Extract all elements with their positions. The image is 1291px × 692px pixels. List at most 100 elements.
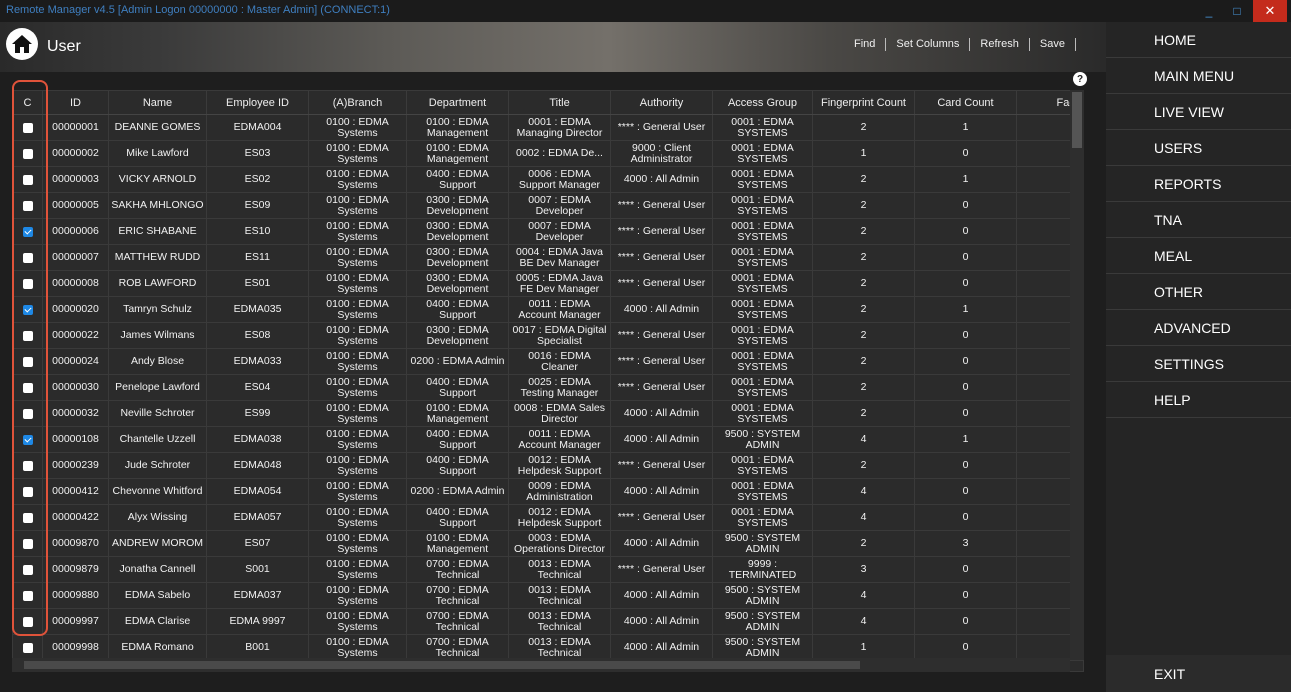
menu-item-help[interactable]: HELP (1106, 382, 1291, 418)
menu-item-live-view[interactable]: LIVE VIEW (1106, 94, 1291, 130)
column-header-check[interactable]: C (13, 91, 43, 114)
row-checkbox[interactable] (22, 590, 33, 601)
row-checkbox[interactable] (22, 304, 33, 315)
row-checkbox[interactable] (22, 252, 33, 263)
cell-access-group: 9500 : SYSTEM ADMIN (713, 583, 813, 608)
cell-employee-id: ES04 (207, 375, 309, 400)
menu-item-settings[interactable]: SETTINGS (1106, 346, 1291, 382)
cell-id: 00009998 (43, 635, 109, 660)
table-row[interactable]: 00009870 ANDREW MOROM ES07 0100 : EDMA Syst… (13, 531, 1083, 557)
row-checkbox[interactable] (22, 148, 33, 159)
table-row[interactable]: 00000001 DEANNE GOMES EDMA004 0100 : EDMA S… (13, 115, 1083, 141)
cell-card-count: 0 (915, 609, 1017, 634)
cell-name: EDMA Romano (109, 635, 207, 660)
row-checkbox[interactable] (22, 356, 33, 367)
row-checkbox[interactable] (22, 642, 33, 653)
column-header-fingerprint-count[interactable]: Fingerprint Count (813, 91, 915, 114)
column-header-id[interactable]: ID (43, 91, 109, 114)
table-row[interactable]: 00000030 Penelope Lawford ES04 0100 : EDMA … (13, 375, 1083, 401)
cell-fingerprint-count: 4 (813, 609, 915, 634)
vertical-scrollbar[interactable] (1070, 90, 1084, 660)
help-icon[interactable]: ? (1073, 72, 1087, 86)
cell-authority: **** : General User (611, 115, 713, 140)
close-button[interactable]: ✕ (1253, 0, 1287, 22)
menu-item-home[interactable]: HOME (1106, 22, 1291, 58)
menu-item-main-menu[interactable]: MAIN MENU (1106, 58, 1291, 94)
cell-branch: 0100 : EDMA Systems (309, 583, 407, 608)
cell-branch: 0100 : EDMA Systems (309, 349, 407, 374)
table-row[interactable]: 00009880 EDMA Sabelo EDMA037 0100 : EDMA Sy… (13, 583, 1083, 609)
row-checkbox[interactable] (22, 434, 33, 445)
row-checkbox[interactable] (22, 486, 33, 497)
row-checkbox[interactable] (22, 564, 33, 575)
table-row[interactable]: 00000005 SAKHA MHLONGO ES09 0100 : EDMA Sys… (13, 193, 1083, 219)
table-row[interactable]: 00000006 ERIC SHABANE ES10 0100 : EDMA Syst… (13, 219, 1083, 245)
cell-id: 00000422 (43, 505, 109, 530)
menu-item-tna[interactable]: TNA (1106, 202, 1291, 238)
table-row[interactable]: 00000412 Chevonne Whitford EDMA054 0100 : E… (13, 479, 1083, 505)
row-checkbox[interactable] (22, 460, 33, 471)
cell-id: 00000108 (43, 427, 109, 452)
menu-item-other[interactable]: OTHER (1106, 274, 1291, 310)
menu-item-reports[interactable]: REPORTS (1106, 166, 1291, 202)
column-header-employee-id[interactable]: Employee ID (207, 91, 309, 114)
refresh-button[interactable]: Refresh (970, 38, 1030, 51)
cell-access-group: 0001 : EDMA SYSTEMS (713, 453, 813, 478)
save-button[interactable]: Save (1030, 38, 1076, 51)
home-icon[interactable] (6, 28, 38, 60)
menu-item-exit[interactable]: EXIT (1106, 655, 1291, 692)
column-header-department[interactable]: Department (407, 91, 509, 114)
vertical-scroll-thumb[interactable] (1072, 92, 1082, 148)
table-body: 00000001 DEANNE GOMES EDMA004 0100 : EDMA S… (13, 115, 1083, 661)
row-checkbox[interactable] (22, 122, 33, 133)
table-row[interactable]: 00000024 Andy Blose EDMA033 0100 : EDMA Sys… (13, 349, 1083, 375)
table-row[interactable]: 00000108 Chantelle Uzzell EDMA038 0100 : ED… (13, 427, 1083, 453)
row-checkbox[interactable] (22, 512, 33, 523)
cell-branch: 0100 : EDMA Systems (309, 401, 407, 426)
table-row[interactable]: 00000002 Mike Lawford ES03 0100 : EDMA Syst… (13, 141, 1083, 167)
table-row[interactable]: 00000422 Alyx Wissing EDMA057 0100 : EDMA S… (13, 505, 1083, 531)
minimize-button[interactable]: _ (1196, 0, 1222, 22)
table-row[interactable]: 00000020 Tamryn Schulz EDMA035 0100 : EDMA … (13, 297, 1083, 323)
cell-access-group: 0001 : EDMA SYSTEMS (713, 375, 813, 400)
table-row[interactable]: 00009879 Jonatha Cannell S001 0100 : EDMA S… (13, 557, 1083, 583)
row-checkbox[interactable] (22, 538, 33, 549)
row-checkbox[interactable] (22, 174, 33, 185)
row-checkbox[interactable] (22, 330, 33, 341)
row-checkbox[interactable] (22, 278, 33, 289)
cell-branch: 0100 : EDMA Systems (309, 557, 407, 582)
menu-item-users[interactable]: USERS (1106, 130, 1291, 166)
cell-access-group: 0001 : EDMA SYSTEMS (713, 297, 813, 322)
row-checkbox[interactable] (22, 200, 33, 211)
cell-card-count: 0 (915, 635, 1017, 660)
row-checkbox[interactable] (22, 616, 33, 627)
cell-department: 0300 : EDMA Development (407, 271, 509, 296)
menu-item-meal[interactable]: MEAL (1106, 238, 1291, 274)
table-row[interactable]: 00000003 VICKY ARNOLD ES02 0100 : EDMA Syst… (13, 167, 1083, 193)
row-checkbox[interactable] (22, 408, 33, 419)
column-header-card-count[interactable]: Card Count (915, 91, 1017, 114)
column-header-authority[interactable]: Authority (611, 91, 713, 114)
column-header-access-group[interactable]: Access Group (713, 91, 813, 114)
horizontal-scroll-thumb[interactable] (24, 661, 860, 669)
row-checkbox[interactable] (22, 382, 33, 393)
column-header-name[interactable]: Name (109, 91, 207, 114)
horizontal-scrollbar[interactable] (12, 658, 1070, 672)
table-row[interactable]: 00000032 Neville Schroter ES99 0100 : EDMA … (13, 401, 1083, 427)
column-header-title[interactable]: Title (509, 91, 611, 114)
cell-access-group: 9500 : SYSTEM ADMIN (713, 635, 813, 660)
menu-item-advanced[interactable]: ADVANCED (1106, 310, 1291, 346)
cell-title: 0007 : EDMA Developer (509, 219, 611, 244)
table-row[interactable]: 00000022 James Wilmans ES08 0100 : EDMA Sys… (13, 323, 1083, 349)
column-header-branch[interactable]: (A)Branch (309, 91, 407, 114)
cell-fingerprint-count: 2 (813, 297, 915, 322)
maximize-button[interactable]: □ (1224, 0, 1250, 22)
page-title: User (47, 38, 81, 55)
table-row[interactable]: 00000008 ROB LAWFORD ES01 0100 : EDMA Syste… (13, 271, 1083, 297)
table-row[interactable]: 00000007 MATTHEW RUDD ES11 0100 : EDMA Syst… (13, 245, 1083, 271)
set-columns-button[interactable]: Set Columns (886, 38, 971, 51)
row-checkbox[interactable] (22, 226, 33, 237)
find-button[interactable]: Find (844, 38, 887, 51)
table-row[interactable]: 00000239 Jude Schroter EDMA048 0100 : EDMA … (13, 453, 1083, 479)
table-row[interactable]: 00009997 EDMA Clarise EDMA 9997 0100 : EDMA… (13, 609, 1083, 635)
